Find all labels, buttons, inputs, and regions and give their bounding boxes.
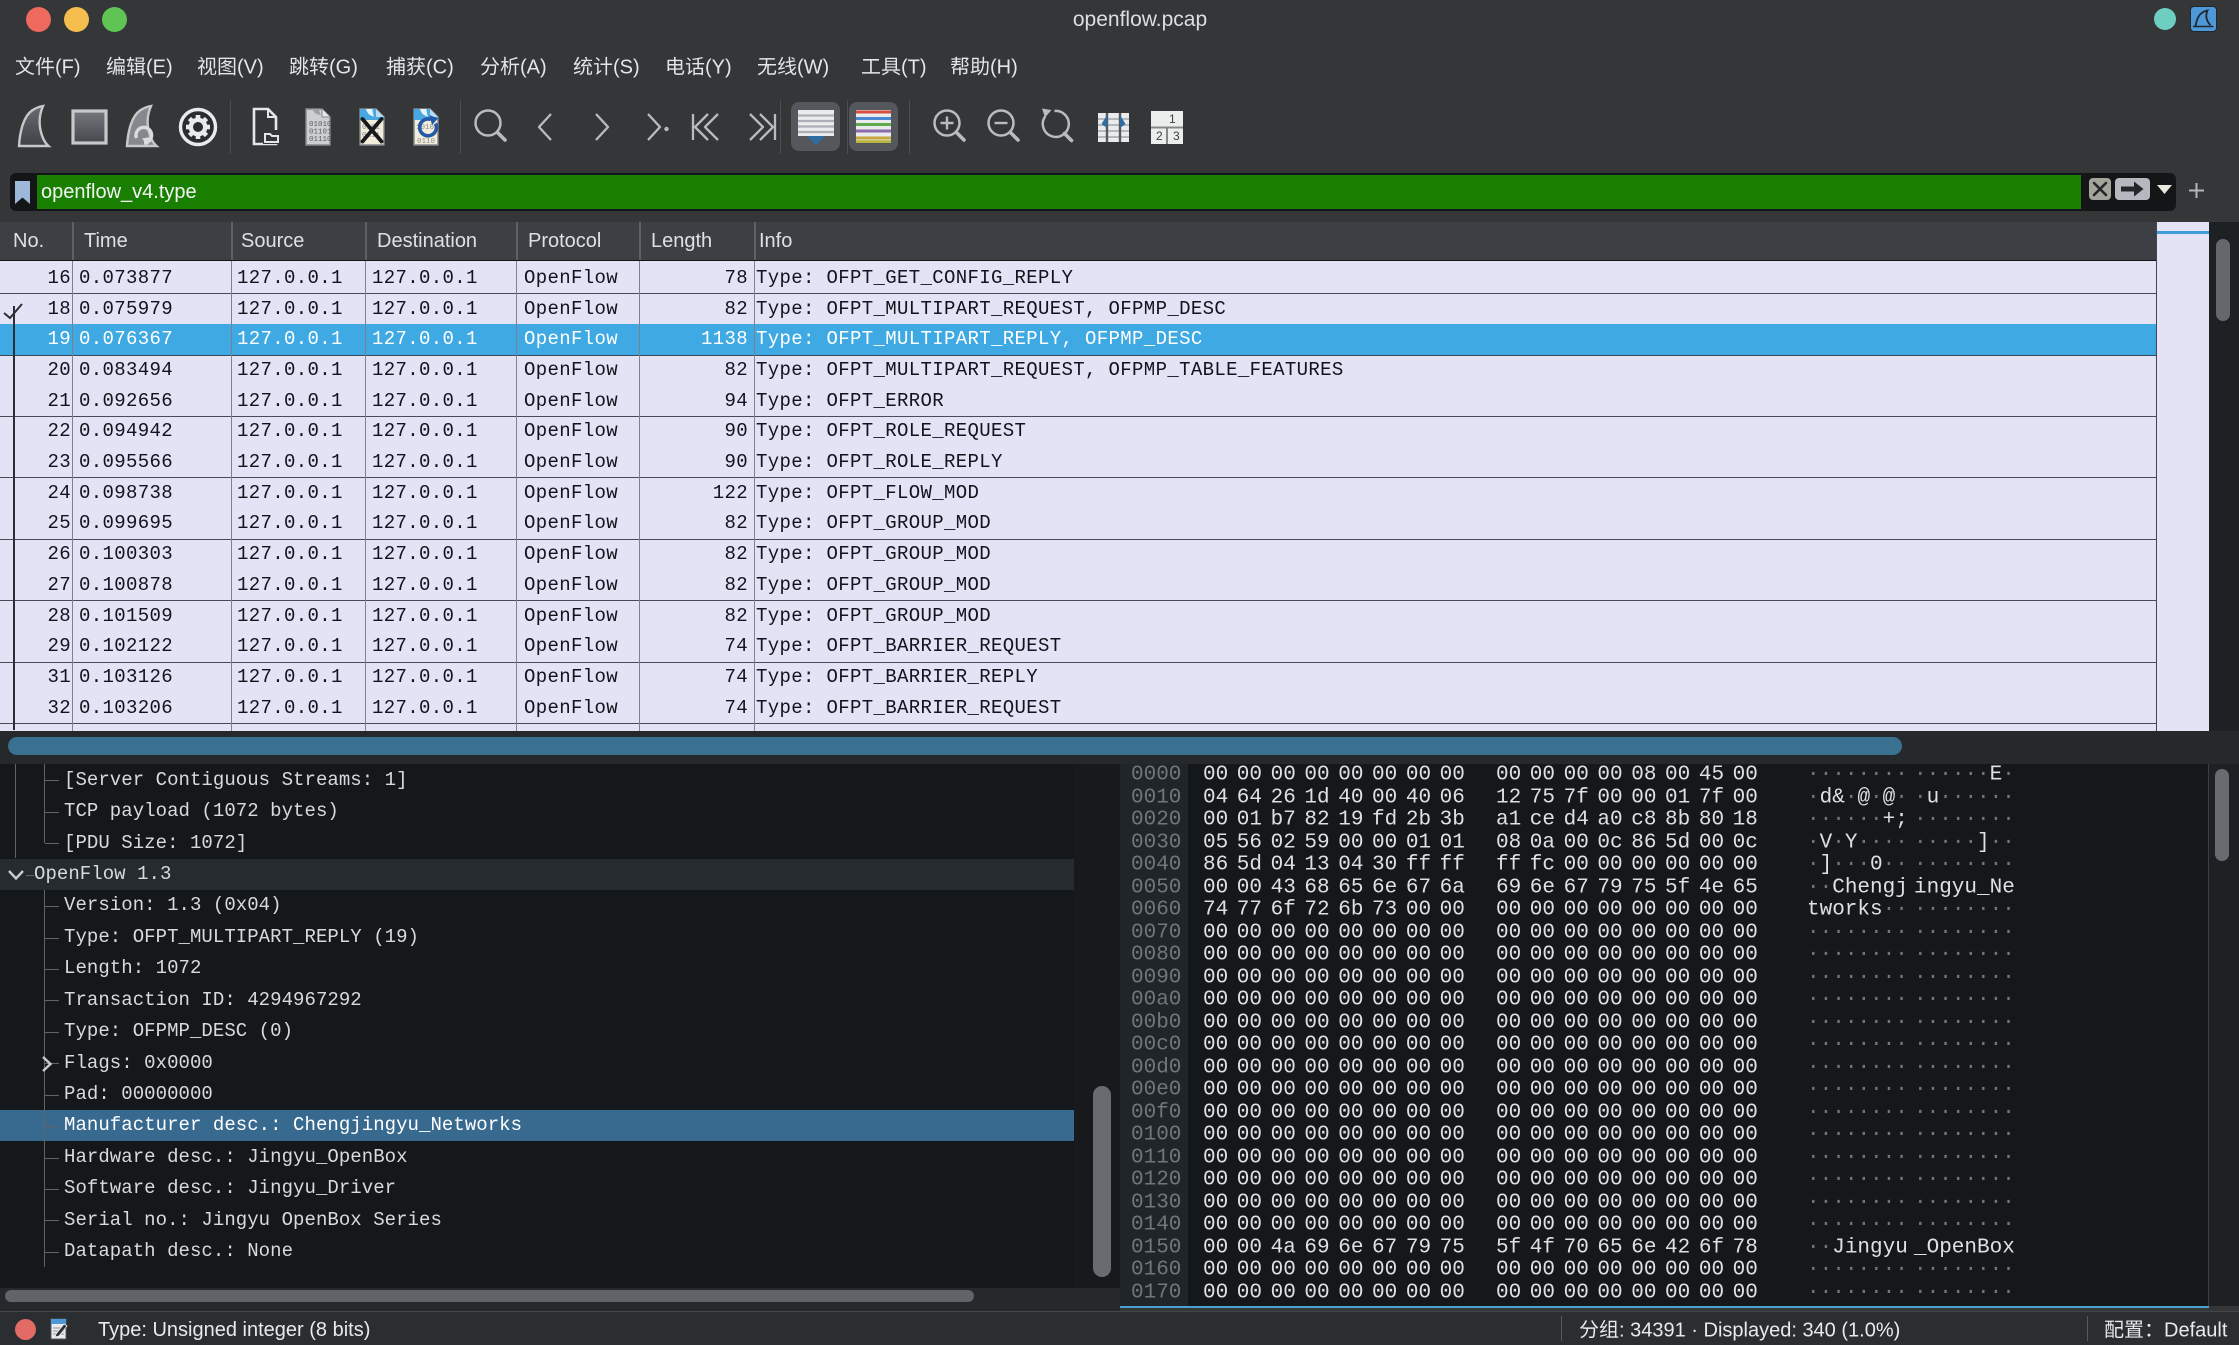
svg-text:01110: 01110 [309,136,332,144]
svg-text:2: 2 [1156,129,1163,143]
svg-text:0110: 0110 [417,138,436,146]
svg-text:3: 3 [1173,129,1180,143]
svg-text:1: 1 [1169,112,1176,126]
